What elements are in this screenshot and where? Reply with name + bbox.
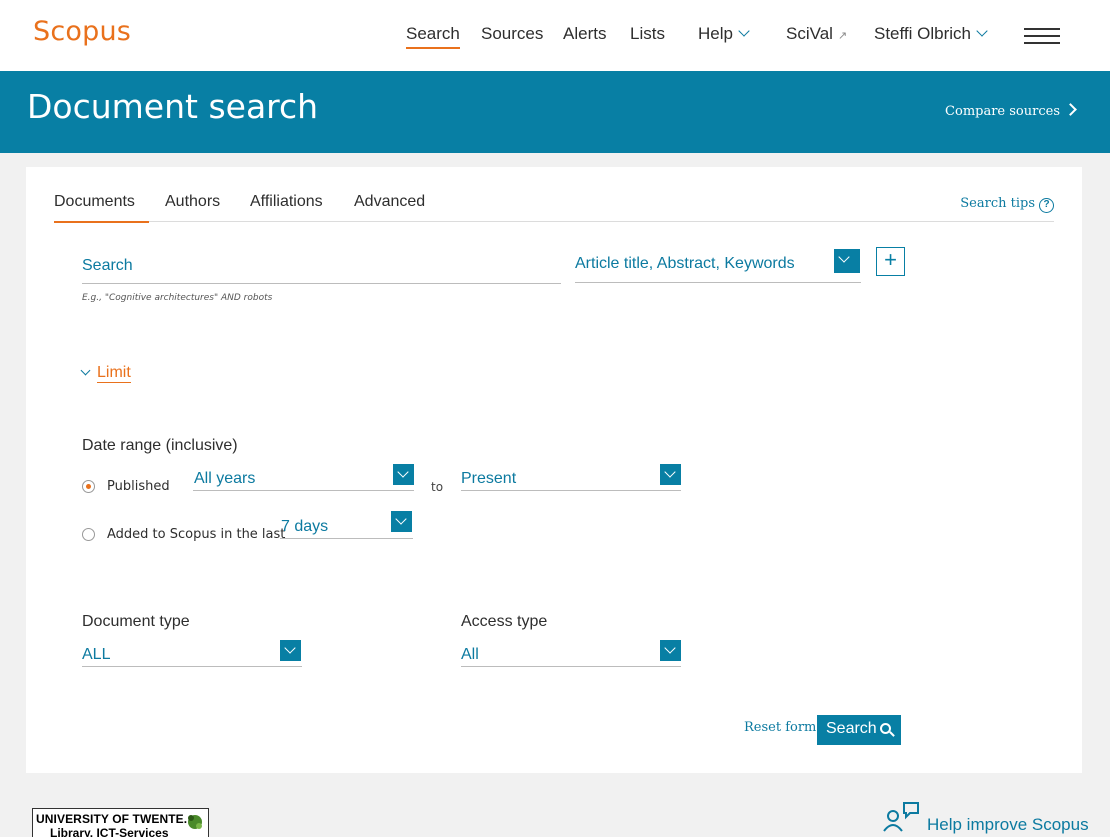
tab-authors[interactable]: Authors: [165, 193, 220, 221]
year-from-dropdown-button[interactable]: [393, 464, 414, 485]
tab-advanced[interactable]: Advanced: [354, 193, 425, 221]
page-title: Document search: [27, 87, 319, 126]
chevron-right-icon: [1064, 103, 1077, 116]
feedback-people-icon[interactable]: [882, 801, 922, 833]
document-type-label: Document type: [82, 613, 190, 630]
compare-sources-label: Compare sources: [945, 104, 1060, 119]
chevron-down-icon: [738, 25, 750, 37]
tab-affiliations[interactable]: Affiliations: [250, 193, 323, 221]
search-button[interactable]: Search: [817, 715, 901, 745]
nav-sources[interactable]: Sources: [481, 24, 543, 44]
university-logo: UNIVERSITY OF TWENTE. Library, ICT-Servi…: [32, 808, 209, 837]
date-range-label: Date range (inclusive): [82, 437, 238, 454]
search-icon: [879, 723, 891, 734]
search-field-dropdown-button[interactable]: [834, 249, 860, 273]
help-improve-scopus-link[interactable]: Help improve Scopus: [927, 815, 1089, 835]
access-type-value: All: [461, 646, 479, 663]
limit-label: Limit: [97, 364, 131, 383]
tab-documents[interactable]: Documents: [54, 193, 149, 223]
add-search-field-button[interactable]: +: [876, 247, 905, 276]
nav-user-menu[interactable]: Steffi Olbrich: [874, 24, 988, 44]
document-type-dropdown-button[interactable]: [280, 640, 301, 661]
limit-toggle[interactable]: Limit: [80, 364, 131, 383]
year-to-dropdown-button[interactable]: [660, 464, 681, 485]
added-days-dropdown-button[interactable]: [391, 511, 412, 532]
hamburger-icon[interactable]: [1024, 28, 1060, 45]
published-label: Published: [107, 479, 170, 494]
institution-name: UNIVERSITY OF TWENTE.: [36, 812, 188, 826]
top-navigation-bar: Scopus Search Sources Alerts Lists Help …: [0, 0, 1110, 71]
nav-search[interactable]: Search: [406, 24, 460, 49]
search-field-value: Article title, Abstract, Keywords: [575, 255, 795, 272]
compare-sources-link[interactable]: Compare sources: [945, 103, 1077, 119]
search-input[interactable]: Search: [82, 256, 561, 284]
added-days-value: 7 days: [281, 518, 329, 535]
year-to-value: Present: [461, 470, 517, 487]
search-tabs: Documents Authors Affiliations Advanced …: [54, 192, 1054, 223]
nav-scival[interactable]: SciVal ↗: [786, 24, 847, 44]
published-radio[interactable]: [82, 480, 95, 493]
nav-help-label: Help: [698, 24, 733, 43]
help-circle-icon: ?: [1039, 198, 1054, 213]
to-label: to: [431, 480, 444, 494]
search-hint: E.g., "Cognitive architectures" AND robo…: [82, 293, 273, 303]
access-type-label: Access type: [461, 613, 548, 630]
page-banner: Document search Compare sources: [0, 71, 1110, 153]
added-label: Added to Scopus in the last: [107, 527, 286, 542]
nav-scival-label: SciVal: [786, 24, 833, 43]
added-radio[interactable]: [82, 528, 95, 541]
search-form-card: Documents Authors Affiliations Advanced …: [26, 167, 1082, 773]
external-link-icon: ↗: [837, 30, 848, 42]
nav-lists[interactable]: Lists: [630, 24, 665, 44]
year-from-select[interactable]: All years: [193, 467, 414, 491]
scopus-logo[interactable]: Scopus: [33, 16, 131, 47]
year-from-value: All years: [194, 470, 256, 487]
access-type-select[interactable]: All: [461, 643, 681, 667]
chevron-down-icon: [976, 25, 988, 37]
document-type-value: ALL: [82, 646, 111, 663]
search-field-select[interactable]: Article title, Abstract, Keywords: [575, 253, 861, 283]
institution-department: Library, ICT-Services: [50, 826, 169, 837]
search-tips-label: Search tips: [960, 196, 1035, 211]
nav-help[interactable]: Help: [698, 24, 750, 44]
access-type-dropdown-button[interactable]: [660, 640, 681, 661]
chevron-down-icon: [80, 365, 91, 376]
search-input-placeholder: Search: [82, 257, 133, 274]
user-name: Steffi Olbrich: [874, 24, 972, 43]
nav-alerts[interactable]: Alerts: [563, 24, 606, 44]
document-type-select[interactable]: ALL: [82, 643, 302, 667]
search-tips-link[interactable]: Search tips?: [960, 196, 1054, 213]
search-button-label: Search: [826, 720, 877, 737]
year-to-select[interactable]: Present: [461, 467, 681, 491]
university-emblem-icon: [188, 815, 202, 829]
reset-form-button[interactable]: Reset form: [744, 720, 816, 735]
